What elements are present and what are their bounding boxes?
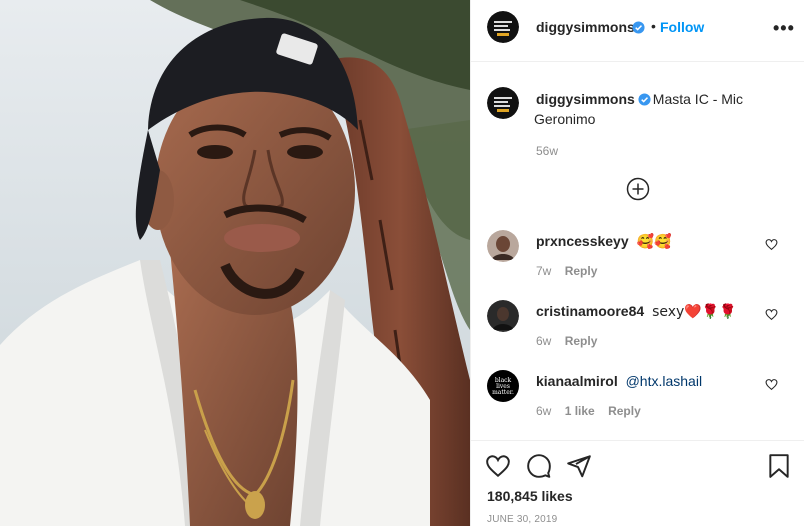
more-options-button[interactable]: ••• [773,18,795,39]
comment-time[interactable]: 6w [536,404,551,418]
commenter-avatar[interactable] [487,230,519,262]
verified-badge-icon [638,93,651,106]
heart-outline-icon[interactable] [765,378,778,391]
comment-time[interactable]: 6w [536,334,551,348]
comment-item: black lives matter. kianaalmirol @htx.la… [471,370,804,440]
plus-circle-icon[interactable] [626,177,650,201]
profile-avatar-icon [487,11,519,43]
comment-mention-link[interactable]: @htx.lashail [626,373,702,389]
profile-avatar-icon [487,300,519,332]
commenter-username[interactable]: cristinamoore84 [536,303,644,319]
comment-item: cristinamoore84 sexy❤️🌹🌹 6w Reply [471,300,804,370]
selfie-photo-illustration [0,0,470,526]
likes-count[interactable]: 180,845 likes [487,488,573,504]
comment-meta: 6w Reply [536,334,607,348]
post-header: diggysimmons • Follow ••• [471,0,804,62]
comment-meta: 6w 1 like Reply [536,404,651,418]
comment-likes[interactable]: 1 like [565,404,595,418]
reply-button[interactable]: Reply [565,264,598,278]
post-date[interactable]: JUNE 30, 2019 [487,514,557,525]
reply-button[interactable]: Reply [608,404,641,418]
comment-bubble-icon[interactable] [526,453,552,479]
verified-badge-icon [632,21,645,34]
post-author-username[interactable]: diggysimmons [536,19,635,35]
comment-text: prxncesskeyy 🥰🥰 [536,232,766,251]
post-photo[interactable] [0,0,470,526]
post-caption: diggysimmons Masta IC - Mic Geronimo 56w [534,89,786,161]
share-paper-plane-icon[interactable] [566,453,592,479]
avatar-text-line: matter. [492,389,514,396]
caption-author-username[interactable]: diggysimmons [536,91,635,107]
post-side-panel: diggysimmons • Follow ••• diggysimmons Ma… [470,0,804,526]
profile-avatar-icon [487,230,519,262]
heart-outline-icon[interactable] [765,308,778,321]
comment-body: sexy❤️🌹🌹 [652,304,737,320]
profile-avatar-icon [487,87,519,119]
commenter-avatar[interactable] [487,300,519,332]
comment-time[interactable]: 7w [536,264,551,278]
bookmark-icon[interactable] [766,453,792,479]
comment-text: kianaalmirol @htx.lashail [536,372,766,390]
follow-button[interactable]: Follow [660,19,704,35]
post-actions: 180,845 likes JUNE 30, 2019 [471,440,804,526]
reply-button[interactable]: Reply [565,334,598,348]
post-author-avatar[interactable] [487,11,519,43]
commenter-avatar[interactable]: black lives matter. [487,370,519,402]
comment-text: cristinamoore84 sexy❤️🌹🌹 [536,302,766,321]
comment-meta: 7w Reply [536,264,607,278]
heart-outline-icon[interactable] [765,238,778,251]
caption-author-avatar[interactable] [487,87,519,119]
comment-body: 🥰🥰 [636,234,672,250]
commenter-username[interactable]: prxncesskeyy [536,233,629,249]
caption-time[interactable]: 56w [536,141,786,161]
like-heart-icon[interactable] [485,453,511,479]
comment-item: prxncesskeyy 🥰🥰 7w Reply [471,230,804,300]
commenter-username[interactable]: kianaalmirol [536,373,618,389]
separator-dot: • [651,18,656,34]
